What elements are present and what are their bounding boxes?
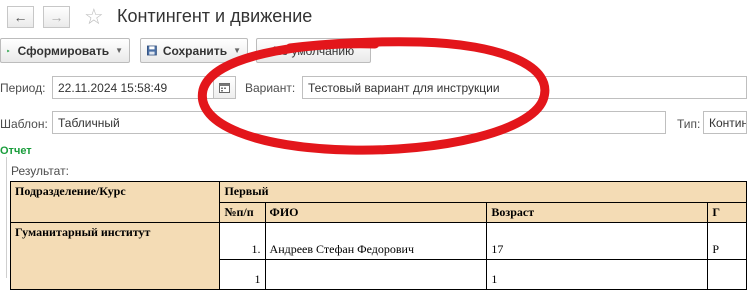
- forward-button[interactable]: →: [43, 6, 70, 28]
- page-title: Контингент и движение: [117, 6, 313, 26]
- variant-label: Вариант:: [245, 81, 296, 95]
- row-age-cell: 17: [486, 222, 709, 260]
- period-field[interactable]: 22.11.2024 15:58:49: [52, 76, 214, 99]
- template-value: Табличный: [58, 115, 120, 130]
- group-divider: [6, 157, 7, 278]
- play-icon: [7, 49, 10, 52]
- table-row: Гуманитарный институт 1. Андреев Стефан …: [9, 222, 747, 290]
- col-header-fio: ФИО: [264, 202, 488, 223]
- row-extra-cell: [707, 259, 747, 290]
- period-value: 22.11.2024 15:58:49: [58, 80, 168, 95]
- generate-button[interactable]: Сформировать ▼: [0, 38, 130, 63]
- result-label: Результат:: [11, 164, 69, 178]
- col-header-dept: Подразделение/Курс: [9, 181, 221, 223]
- type-field[interactable]: Контин: [703, 111, 747, 134]
- row-fio-cell: Андреев Стефан Федорович: [264, 222, 488, 260]
- row-num-cell: 1: [219, 259, 266, 290]
- report-group-title: Отчет: [0, 145, 32, 157]
- arrow-left-icon: ←: [13, 9, 28, 25]
- col-header-course: Первый: [219, 181, 747, 203]
- arrow-right-icon: →: [49, 9, 64, 25]
- col-header-num: №п/п: [219, 202, 266, 223]
- calendar-button[interactable]: [213, 76, 236, 99]
- star-icon[interactable]: ☆: [84, 4, 104, 30]
- row-num-cell: 1.: [219, 222, 266, 260]
- chevron-down-icon[interactable]: ▼: [233, 46, 241, 55]
- template-label: Шаблон:: [0, 117, 48, 131]
- row-extra-cell: Р: [707, 222, 747, 260]
- row-fio-cell: [264, 259, 488, 290]
- save-button[interactable]: Сохранить ▼: [140, 38, 248, 63]
- default-button[interactable]: По умолчанию: [256, 38, 371, 63]
- back-button[interactable]: ←: [7, 6, 34, 28]
- type-value: Контин: [709, 115, 747, 130]
- save-label: Сохранить: [162, 43, 228, 58]
- variant-field[interactable]: Тестовый вариант для инструкции: [302, 76, 747, 99]
- dept-cell: Гуманитарный институт: [9, 222, 221, 290]
- type-label: Тип:: [677, 117, 701, 131]
- generate-label: Сформировать: [17, 43, 110, 58]
- default-label: По умолчанию: [272, 43, 355, 58]
- calendar-icon: [219, 83, 230, 93]
- floppy-icon: [147, 45, 157, 56]
- chevron-down-icon[interactable]: ▼: [115, 46, 123, 55]
- col-header-age: Возраст: [486, 202, 709, 223]
- template-field[interactable]: Табличный: [52, 111, 666, 134]
- report-table: Подразделение/Курс Первый №п/п ФИО Возра…: [9, 181, 747, 290]
- variant-value: Тестовый вариант для инструкции: [308, 80, 500, 95]
- row-age-cell: 1: [486, 259, 709, 290]
- col-header-extra: Г: [707, 202, 747, 223]
- period-label: Период:: [0, 81, 46, 95]
